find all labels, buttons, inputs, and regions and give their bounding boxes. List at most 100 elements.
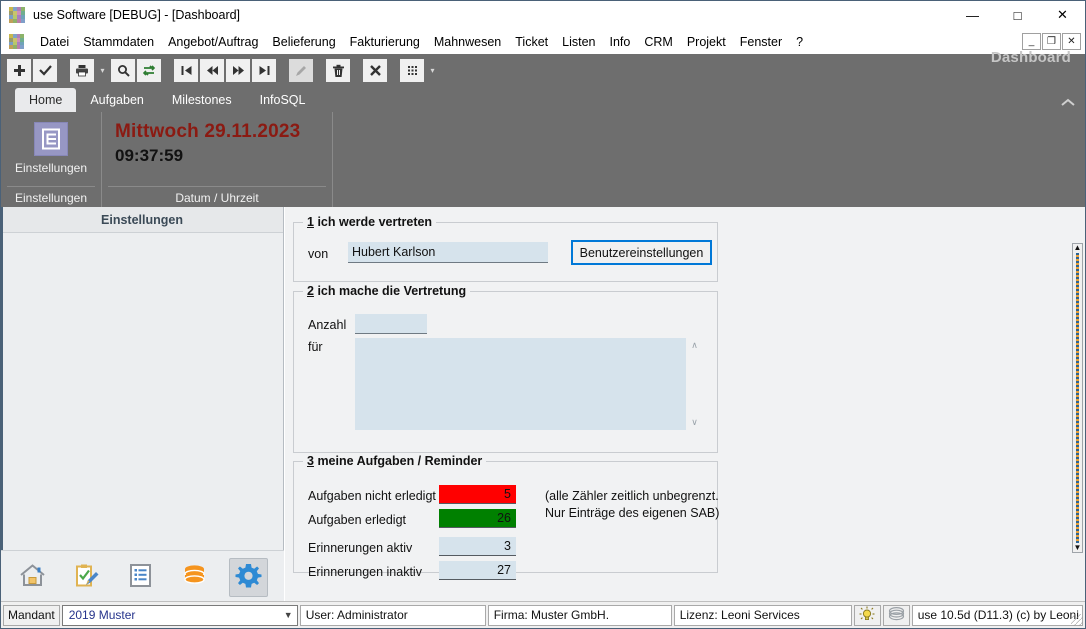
ribbon-group-divider-1 <box>7 186 95 187</box>
toolbar-separator-6 <box>389 70 398 71</box>
mdi-minimize-button[interactable]: _ <box>1022 33 1041 50</box>
menu-item-ticket[interactable]: Ticket <box>508 32 555 52</box>
minimize-button[interactable]: — <box>950 1 995 29</box>
menu-item-angebot-auftrag[interactable]: Angebot/Auftrag <box>161 32 265 52</box>
close-button[interactable]: ✕ <box>1040 1 1085 29</box>
scroll-down-icon[interactable]: ∨ <box>691 417 698 428</box>
benutzereinstellungen-button[interactable]: Benutzereinstellungen <box>571 240 712 265</box>
layers-icon <box>888 606 905 624</box>
tab-infosql[interactable]: InfoSQL <box>246 88 320 112</box>
section-1-legend: 1 ich werde vertreten <box>303 215 437 229</box>
left-navigation-pane: Einstellungen <box>1 207 284 603</box>
grid-button[interactable] <box>400 59 424 82</box>
counter-note: (alle Zähler zeitlich unbegrenzt. Nur Ei… <box>545 489 720 520</box>
toolbar-separator-4 <box>315 70 324 71</box>
mandant-select[interactable]: 2019 Muster ▼ <box>61 604 298 626</box>
menu-item-projekt[interactable]: Projekt <box>680 32 733 52</box>
status-mandant-label: Mandant <box>3 604 60 626</box>
section-meine-aufgaben-reminder: 3 meine Aufgaben / Reminder Aufgaben nic… <box>293 454 720 580</box>
status-layers-button[interactable] <box>882 604 910 626</box>
print-dropdown[interactable]: ▾ <box>96 59 109 82</box>
gear-icon <box>235 563 262 592</box>
nav-home-button[interactable] <box>13 558 52 597</box>
grid-dropdown[interactable]: ▾ <box>426 59 439 82</box>
scrollbar-track[interactable] <box>1076 253 1079 543</box>
counter-label-erinnerungen-aktiv: Erinnerungen aktiv <box>308 541 413 555</box>
anzahl-input[interactable] <box>355 314 427 334</box>
add-button[interactable] <box>7 59 31 82</box>
database-icon <box>181 563 208 591</box>
ribbon-group-caption-einstellungen: Einstellungen <box>14 191 88 205</box>
menu-item-stammdaten[interactable]: Stammdaten <box>76 32 161 52</box>
counter-erinnerungen-aktiv: 3 <box>439 537 516 556</box>
menu-item-listen[interactable]: Listen <box>555 32 602 52</box>
menu-app-icon <box>9 34 24 49</box>
status-lizenz: Lizenz: Leoni Services <box>673 604 852 626</box>
ribbon-group-datum-uhrzeit: Mittwoch 29.11.2023 09:37:59 Datum / Uhr… <box>102 112 333 207</box>
ribbon-button-label-einstellungen: Einstellungen <box>14 161 88 175</box>
ribbon-group-divider-2 <box>108 186 326 187</box>
counter-label-aufgaben-erledigt: Aufgaben erledigt <box>308 513 406 527</box>
mdi-window-controls: _ ❐ ✕ <box>1022 33 1085 50</box>
tab-aufgaben[interactable]: Aufgaben <box>76 88 158 112</box>
status-version: use 10.5d (D11.3) (c) by Leoni Software … <box>911 604 1083 626</box>
fuer-textarea[interactable] <box>355 338 686 430</box>
chevron-down-icon: ▼ <box>283 610 293 620</box>
mdi-restore-button[interactable]: ❐ <box>1042 33 1061 50</box>
previous-record-button[interactable] <box>200 59 224 82</box>
menu-item-datei[interactable]: Datei <box>33 32 76 52</box>
menu-item-crm[interactable]: CRM <box>637 32 679 52</box>
tab-home[interactable]: Home <box>15 88 77 112</box>
section-1-title: ich werde vertreten <box>317 215 433 229</box>
menu-bar: Datei Stammdaten Angebot/Auftrag Beliefe… <box>1 29 1085 54</box>
mandant-value: 2019 Muster <box>68 608 136 622</box>
cancel-button[interactable] <box>363 59 387 82</box>
home-icon <box>19 563 46 591</box>
menu-item-fakturierung[interactable]: Fakturierung <box>343 32 427 52</box>
menu-item-fenster[interactable]: Fenster <box>733 32 789 52</box>
chevron-up-icon[interactable] <box>1061 98 1075 110</box>
counter-label-aufgaben-nicht-erledigt: Aufgaben nicht erledigt <box>308 489 436 503</box>
search-button[interactable] <box>111 59 135 82</box>
scrollbar-up-arrow[interactable]: ▲ <box>1074 244 1082 252</box>
next-record-button[interactable] <box>226 59 250 82</box>
resize-grip[interactable] <box>1071 614 1083 626</box>
nav-settings-button[interactable] <box>229 557 268 597</box>
last-record-button[interactable] <box>252 59 276 82</box>
status-bar: Mandant 2019 Muster ▼ User: Administrato… <box>1 601 1085 628</box>
tab-milestones[interactable]: Milestones <box>158 88 246 112</box>
fuer-scrollbar[interactable]: ∧ ∨ <box>686 338 703 430</box>
main-toolbar: ▾ ▾ <box>1 54 1085 87</box>
mdi-close-button[interactable]: ✕ <box>1062 33 1081 50</box>
scrollbar-down-arrow[interactable]: ▼ <box>1074 544 1082 552</box>
status-lightbulb-button[interactable] <box>853 604 881 626</box>
client-area: Einstellungen 1 ich werde vertreten von … <box>1 207 1085 603</box>
delete-button[interactable] <box>326 59 350 82</box>
nav-lists-button[interactable] <box>121 558 160 597</box>
ribbon-group-caption-datum: Datum / Uhrzeit <box>175 191 259 205</box>
menu-item-belieferung[interactable]: Belieferung <box>265 32 342 52</box>
confirm-button[interactable] <box>33 59 57 82</box>
print-button[interactable] <box>70 59 94 82</box>
clipboard-edit-icon <box>73 563 100 591</box>
status-firma: Firma: Muster GmbH. <box>487 604 672 626</box>
nav-tasks-button[interactable] <box>67 558 106 597</box>
nav-database-button[interactable] <box>175 558 214 597</box>
toolbar-separator-1 <box>59 70 68 71</box>
menu-item-mahnwesen[interactable]: Mahnwesen <box>427 32 508 52</box>
menu-item-help[interactable]: ? <box>789 32 810 52</box>
dashboard-title: Dashboard <box>990 49 1071 66</box>
first-record-button[interactable] <box>174 59 198 82</box>
scroll-up-icon[interactable]: ∧ <box>691 340 698 351</box>
section-2-number: 2 <box>307 284 314 298</box>
refresh-button[interactable] <box>137 59 161 82</box>
settings-form-icon[interactable] <box>34 122 68 156</box>
settings-content-pane: 1 ich werde vertreten von Benutzereinste… <box>285 207 1085 603</box>
ribbon-panel: Einstellungen Einstellungen Mittwoch 29.… <box>1 112 1085 207</box>
left-pane-accent-bar <box>1 207 3 603</box>
menu-item-info[interactable]: Info <box>603 32 638 52</box>
left-pane-header: Einstellungen <box>1 207 283 233</box>
content-vertical-scrollbar[interactable]: ▲ ▼ <box>1072 243 1083 553</box>
vertretung-von-input[interactable] <box>348 242 548 263</box>
maximize-button[interactable]: □ <box>995 1 1040 29</box>
